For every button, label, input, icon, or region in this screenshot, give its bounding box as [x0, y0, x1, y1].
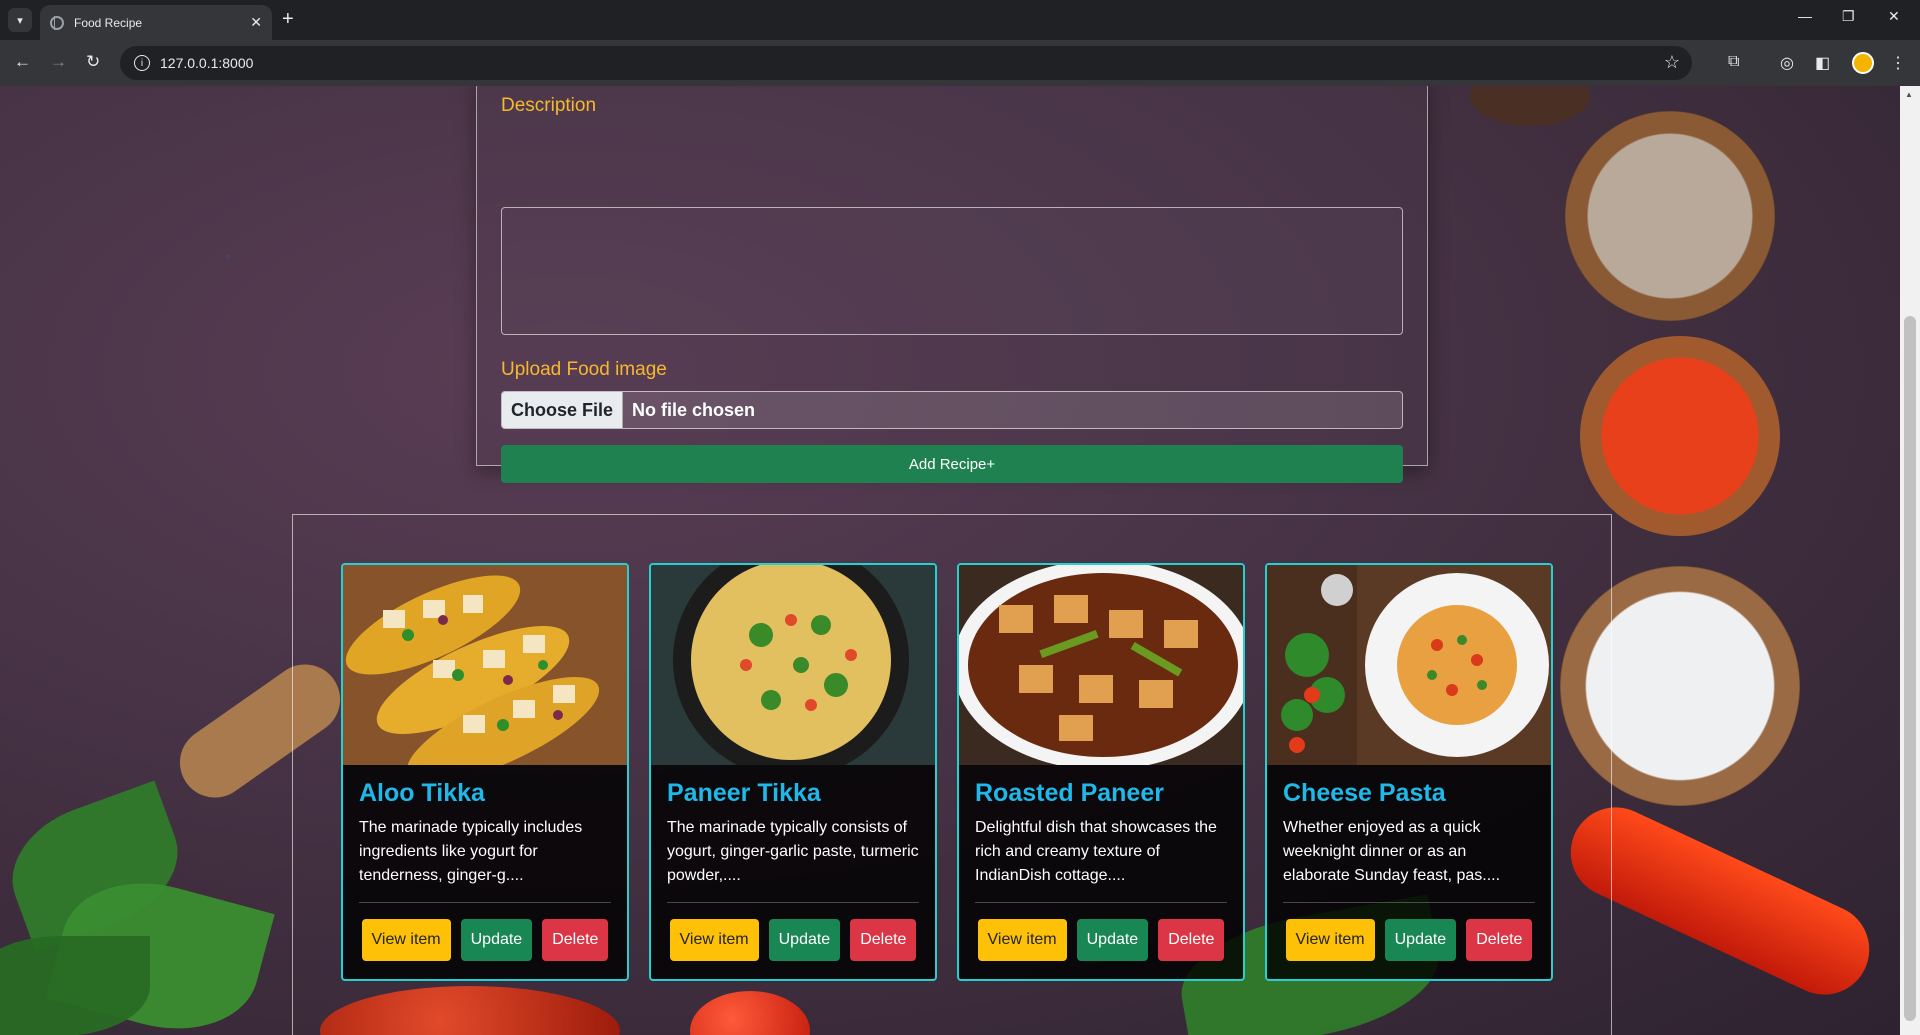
- paneer-tikka-image: [651, 565, 935, 765]
- recipe-image: [1267, 565, 1551, 765]
- recipe-title: Roasted Paneer: [975, 779, 1164, 807]
- delete-button[interactable]: Delete: [542, 919, 609, 961]
- recipe-description: Whether enjoyed as a quick weeknight din…: [1283, 819, 1501, 884]
- recipe-description: The marinade typically consists of yogur…: [667, 819, 919, 884]
- site-info-icon[interactable]: i: [134, 55, 150, 71]
- tab-share-icon[interactable]: ◎: [1780, 53, 1794, 73]
- cheese-pasta-image: [1267, 565, 1551, 765]
- delete-button[interactable]: Delete: [850, 919, 917, 961]
- card-divider: [359, 902, 611, 903]
- tab-title: Food Recipe: [74, 15, 143, 30]
- add-recipe-button[interactable]: Add Recipe+: [501, 445, 1403, 483]
- background-pepper-bowl: [1565, 111, 1775, 321]
- recipe-card: Cheese Pasta Whether enjoyed as a quick …: [1265, 563, 1553, 981]
- card-divider: [1283, 902, 1535, 903]
- scroll-up-icon[interactable]: ▲: [1905, 90, 1913, 99]
- page-scrollbar[interactable]: ▲: [1900, 86, 1920, 1035]
- background-herb: [0, 936, 150, 1035]
- view-item-button[interactable]: View item: [669, 919, 759, 961]
- choose-file-button[interactable]: Choose File: [502, 392, 624, 428]
- recipe-card: Roasted Paneer Delightful dish that show…: [957, 563, 1245, 981]
- card-divider: [667, 902, 919, 903]
- add-recipe-form: Description Upload Food image Choose Fil…: [476, 86, 1428, 483]
- delete-button[interactable]: Delete: [1158, 919, 1225, 961]
- upload-image-label: Upload Food image: [501, 359, 667, 380]
- recipe-title: Paneer Tikka: [667, 779, 821, 807]
- recipe-title: Aloo Tikka: [359, 779, 485, 807]
- back-icon[interactable]: ←: [14, 52, 31, 72]
- tab-search-icon[interactable]: ▾: [8, 8, 32, 32]
- food-image-file-input[interactable]: Choose File No file chosen: [501, 391, 1403, 429]
- bookmark-star-icon[interactable]: ☆: [1664, 52, 1680, 73]
- description-textarea[interactable]: [501, 207, 1403, 335]
- profile-avatar-icon[interactable]: [1852, 52, 1874, 74]
- new-tab-button[interactable]: +: [282, 8, 294, 30]
- update-button[interactable]: Update: [1384, 919, 1457, 961]
- scrollbar-thumb[interactable]: [1904, 316, 1916, 1021]
- recipe-image: [959, 565, 1243, 765]
- update-button[interactable]: Update: [1076, 919, 1149, 961]
- update-button[interactable]: Update: [768, 919, 841, 961]
- recipe-card: Aloo Tikka The marinade typically includ…: [341, 563, 629, 981]
- page-viewport: Description Upload Food image Choose Fil…: [0, 86, 1900, 1035]
- address-bar[interactable]: i 127.0.0.1:8000 ☆: [120, 46, 1692, 80]
- browser-tab-bar: ▾ Food Recipe ✕ + — ❐ ✕: [0, 0, 1920, 40]
- browser-toolbar: ← → ↻ i 127.0.0.1:8000 ☆ ⧉ ◎ ◧ ⋮: [0, 40, 1920, 86]
- window-close-icon[interactable]: ✕: [1888, 8, 1900, 25]
- recipe-cards-container: Aloo Tikka The marinade typically includ…: [292, 514, 1612, 1035]
- tab-close-icon[interactable]: ✕: [250, 14, 262, 31]
- recipe-description: Delightful dish that showcases the rich …: [975, 819, 1217, 884]
- card-divider: [975, 902, 1227, 903]
- aloo-tikka-image: [343, 565, 627, 765]
- view-item-button[interactable]: View item: [977, 919, 1067, 961]
- restore-icon[interactable]: ❐: [1842, 8, 1855, 25]
- background-bowl: [1470, 86, 1590, 126]
- recipe-description: The marinade typically includes ingredie…: [359, 819, 583, 884]
- forward-icon[interactable]: →: [50, 52, 67, 72]
- recipe-card: Paneer Tikka The marinade typically cons…: [649, 563, 937, 981]
- globe-icon: [50, 15, 64, 30]
- description-label: Description: [501, 95, 597, 116]
- recipe-title: Cheese Pasta: [1283, 779, 1446, 807]
- view-item-button[interactable]: View item: [1285, 919, 1375, 961]
- update-button[interactable]: Update: [460, 919, 533, 961]
- browser-tab[interactable]: Food Recipe ✕: [40, 5, 272, 40]
- delete-button[interactable]: Delete: [1466, 919, 1533, 961]
- menu-icon[interactable]: ⋮: [1890, 53, 1906, 73]
- background-chili-bowl: [1580, 336, 1780, 536]
- url-text: 127.0.0.1:8000: [160, 55, 254, 71]
- sidebar-icon[interactable]: ◧: [1815, 53, 1830, 73]
- recipe-image: [343, 565, 627, 765]
- minimize-icon[interactable]: —: [1798, 8, 1812, 24]
- recipe-image: [651, 565, 935, 765]
- extensions-icon[interactable]: ⧉: [1728, 53, 1739, 71]
- reload-icon[interactable]: ↻: [86, 52, 100, 72]
- file-status-text: No file chosen: [632, 399, 756, 420]
- roasted-paneer-image: [959, 565, 1243, 765]
- view-item-button[interactable]: View item: [361, 919, 451, 961]
